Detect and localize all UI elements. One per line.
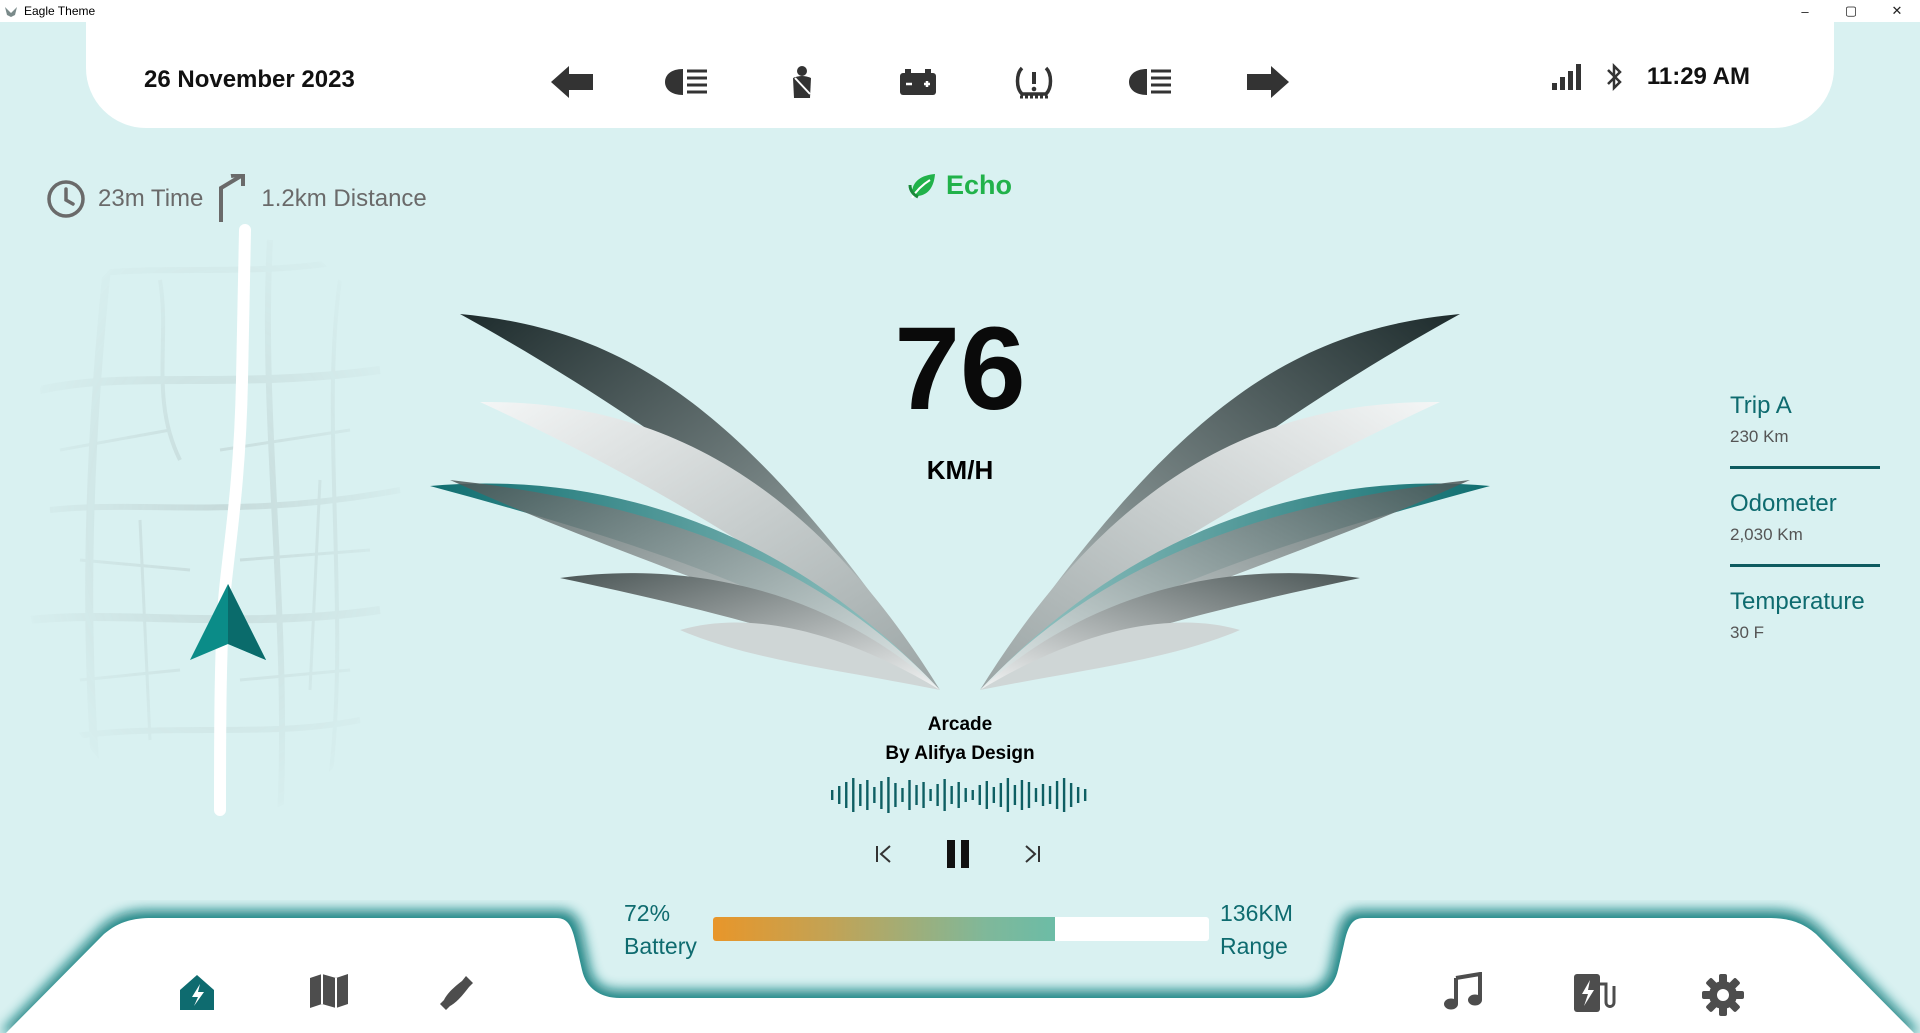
seatbelt-warning-icon: [776, 58, 828, 106]
waveform-bar: [992, 787, 996, 803]
waveform-bar: [950, 786, 953, 804]
waveform-bar: [866, 780, 869, 810]
audio-waveform: [831, 777, 1087, 813]
battery-percent: 72%: [624, 900, 671, 926]
waveform-bar: [936, 784, 939, 806]
phone-icon[interactable]: [436, 972, 488, 1024]
waveform-bar: [859, 784, 862, 806]
waveform-bar: [873, 787, 876, 803]
temperature-label: Temperature: [1730, 588, 1865, 615]
minimize-button[interactable]: –: [1782, 0, 1828, 22]
waveform-bar: [894, 783, 897, 807]
waveform-bar: [971, 790, 974, 800]
battery-label: Battery: [624, 933, 697, 959]
waveform-bar: [908, 780, 911, 810]
eagle-app-icon: [5, 7, 17, 17]
playback-controls: [858, 832, 1058, 876]
navigation-info: 23m Time 1.2km Distance: [46, 174, 427, 224]
track-title: Arcade: [927, 714, 993, 735]
waveform-bar: [978, 785, 981, 805]
waveform-bar: [929, 789, 932, 801]
waveform-bar: [1069, 783, 1073, 807]
nav-distance-text: 1.2km Distance: [261, 185, 427, 212]
waveform-bar: [943, 779, 946, 811]
waveform-bar: [1062, 778, 1066, 812]
range-label: Range: [1220, 933, 1288, 959]
battery-warning-icon: [892, 58, 944, 106]
trip-divider: [1730, 466, 1880, 469]
waveform-bar: [999, 783, 1003, 807]
waveform-bar: [1034, 788, 1038, 802]
leaf-icon: [908, 173, 935, 199]
speed-value: 76: [894, 303, 1026, 435]
battery-bar-fill: [713, 917, 1056, 941]
waveform-bar: [831, 790, 834, 800]
waveform-bar: [1041, 784, 1045, 806]
bluetooth-icon: [1606, 62, 1622, 92]
waveform-bar: [880, 781, 883, 809]
waveform-bar: [1020, 780, 1024, 810]
waveform-bar: [957, 782, 960, 808]
trip-a-label: Trip A: [1730, 392, 1792, 419]
waveform-bar: [838, 786, 841, 804]
waveform-bar: [1055, 781, 1059, 809]
high-beam-icon: [1124, 58, 1176, 106]
waveform-bar: [1076, 787, 1080, 803]
clock-time: 11:29 AM: [1646, 63, 1750, 90]
next-track-icon[interactable]: [1010, 832, 1054, 876]
date-text: 26 November 2023: [144, 66, 355, 93]
pause-button-icon[interactable]: [936, 832, 980, 876]
charging-station-icon[interactable]: [1572, 972, 1624, 1024]
waveform-bar: [1083, 789, 1087, 801]
trip-a-panel: Trip A 230 Km: [1730, 392, 1880, 447]
odometer-panel: Odometer 2,030 Km: [1730, 490, 1880, 545]
music-icon[interactable]: [1442, 972, 1494, 1024]
turn-right-arrow-icon: [219, 174, 246, 222]
track-artist: By Alifya Design: [885, 743, 1035, 764]
top-status-bar: 26 November 2023 11:29 AM: [86, 22, 1834, 128]
odometer-divider: [1730, 564, 1880, 567]
navigation-map[interactable]: [20, 220, 420, 830]
temperature-panel: Temperature 30 F: [1730, 588, 1880, 643]
speed-unit: KM/H: [926, 455, 994, 485]
waveform-bar: [964, 788, 967, 802]
waveform-bar: [887, 777, 890, 813]
odometer-label: Odometer: [1730, 490, 1837, 517]
previous-track-icon[interactable]: [862, 832, 906, 876]
drive-mode-indicator[interactable]: Echo: [908, 170, 1012, 201]
waveform-bar: [915, 785, 918, 805]
waveform-bar: [901, 788, 904, 802]
low-beam-icon: [660, 58, 712, 106]
battery-bar: [713, 917, 1209, 941]
waveform-bar: [1013, 785, 1017, 805]
close-button[interactable]: ✕: [1874, 0, 1920, 22]
settings-icon[interactable]: [1700, 972, 1752, 1024]
turn-left-indicator-icon: [546, 58, 598, 106]
clock-icon: [47, 180, 85, 218]
temperature-value: 30 F: [1730, 623, 1765, 642]
window-title: Eagle Theme: [24, 4, 96, 18]
waveform-bar: [985, 781, 988, 809]
home-icon[interactable]: [176, 972, 228, 1024]
drive-mode-label: Echo: [946, 170, 1013, 200]
waveform-bar: [1027, 782, 1031, 808]
trip-a-value: 230 Km: [1730, 427, 1789, 446]
title-bar: Eagle Theme – ▢ ✕: [0, 0, 1920, 22]
nav-time-text: 23m Time: [98, 185, 204, 212]
waveform-bar: [922, 782, 925, 808]
waveform-bar: [1006, 778, 1010, 812]
maximize-button[interactable]: ▢: [1828, 0, 1874, 22]
odometer-value: 2,030 Km: [1730, 525, 1803, 544]
turn-right-indicator-icon: [1242, 58, 1294, 106]
tire-pressure-warning-icon: [1008, 58, 1060, 106]
map-icon[interactable]: [308, 972, 360, 1024]
range-value: 136KM: [1220, 900, 1293, 926]
waveform-bar: [1048, 786, 1052, 804]
waveform-bar: [845, 782, 848, 808]
signal-strength-icon: [1551, 64, 1581, 90]
waveform-bar: [852, 778, 855, 812]
